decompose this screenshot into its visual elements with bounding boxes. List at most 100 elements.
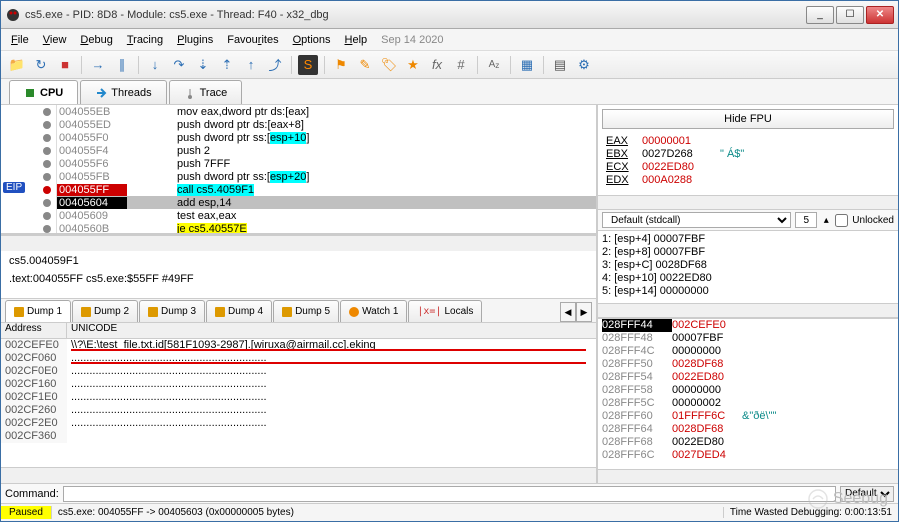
tab-watch1[interactable]: Watch 1 [340, 300, 407, 322]
dump-row[interactable]: 002CF260................................… [1, 404, 596, 417]
menu-view[interactable]: View [43, 34, 67, 46]
stop-icon[interactable]: ■ [55, 55, 75, 75]
dump-row[interactable]: 002CEFE0\\?\E:\test_file.txt.id[581F1093… [1, 339, 596, 352]
command-mode-select[interactable]: Default [840, 486, 894, 502]
settings-icon[interactable]: ⚙ [574, 55, 594, 75]
hash-icon[interactable]: # [451, 55, 471, 75]
tab-scroll-right-icon[interactable]: ▶ [576, 302, 592, 322]
dump-row[interactable]: 002CF060................................… [1, 352, 596, 365]
close-button[interactable]: ✕ [866, 6, 894, 24]
disasm-row[interactable]: 004055FFcall cs5.4059F1 [57, 183, 596, 196]
regs-hscroll[interactable] [598, 195, 898, 209]
restart-icon[interactable]: ↻ [31, 55, 51, 75]
tab-dump1[interactable]: Dump 1 [5, 300, 71, 322]
minimize-button[interactable]: _ [806, 6, 834, 24]
dump-row[interactable]: 002CF1E0................................… [1, 391, 596, 404]
strings-icon[interactable]: Az [484, 55, 504, 75]
stack-row[interactable]: 028FFF6C0027DED4 [602, 449, 898, 462]
breakpoint-icon[interactable] [43, 186, 51, 194]
stack-hscroll[interactable] [598, 469, 898, 483]
stack-row[interactable]: 028FFF6001FFFF6C&"ðë\"" [602, 410, 898, 423]
menu-debug[interactable]: Debug [80, 34, 112, 46]
disasm-row[interactable]: 004055EBmov eax,dword ptr ds:[eax] [57, 105, 596, 118]
traceinto-icon[interactable]: ⇣ [193, 55, 213, 75]
tab-cpu[interactable]: CPU [9, 80, 78, 104]
disasm-row[interactable]: 00405609test eax,eax [57, 209, 596, 222]
tab-dump2[interactable]: Dump 2 [72, 300, 138, 322]
register-row[interactable]: EAX00000001 [606, 135, 890, 148]
run-icon[interactable]: → [88, 55, 108, 75]
menu-date: Sep 14 2020 [381, 34, 443, 46]
traceover-icon[interactable]: ⇡ [217, 55, 237, 75]
dump-row[interactable]: 002CF2E0................................… [1, 417, 596, 430]
args-panel[interactable]: 1: [esp+4] 00007FBF2: [esp+8] 00007FBF3:… [598, 231, 898, 303]
disasm-row[interactable]: 0040560Bje cs5.40557E [57, 222, 596, 233]
menu-options[interactable]: Options [293, 34, 331, 46]
dump-row[interactable]: 002CF0E0................................… [1, 365, 596, 378]
stack-row[interactable]: 028FFF44002CEFE0 [602, 319, 898, 332]
runtoret-icon[interactable]: ↑ [241, 55, 261, 75]
labels-icon[interactable]: 🏷 [379, 55, 399, 75]
tab-trace[interactable]: Trace [169, 80, 243, 104]
tab-dump5[interactable]: Dump 5 [273, 300, 339, 322]
stack-row[interactable]: 028FFF680022ED80 [602, 436, 898, 449]
menu-favourites[interactable]: Favourites [227, 34, 278, 46]
disasm-row[interactable]: 00405604add esp,14 [57, 196, 596, 209]
args-hscroll[interactable] [598, 303, 898, 317]
hide-fpu-button[interactable]: Hide FPU [602, 109, 894, 129]
tab-scroll-left-icon[interactable]: ◀ [560, 302, 576, 322]
calc-icon[interactable]: ▤ [550, 55, 570, 75]
disasm-hscroll[interactable] [1, 235, 596, 251]
register-row[interactable]: EDX000A0288 [606, 174, 890, 187]
register-row[interactable]: EBX0027D268" Á$" [606, 148, 890, 161]
open-icon[interactable]: 📁 [7, 55, 27, 75]
stack-row[interactable]: 028FFF4C00000000 [602, 345, 898, 358]
register-row[interactable]: ECX0022ED80 [606, 161, 890, 174]
menu-plugins[interactable]: Plugins [177, 34, 213, 46]
arg-row: 4: [esp+10] 0022ED80 [602, 272, 894, 285]
bookmarks-icon[interactable]: ★ [403, 55, 423, 75]
fx-icon[interactable]: fx [427, 55, 447, 75]
command-input[interactable] [63, 486, 836, 502]
calling-convention-row: Default (stdcall) ▴ Unlocked [598, 209, 898, 231]
calling-convention-select[interactable]: Default (stdcall) [602, 212, 791, 228]
disassembly-panel[interactable]: EIP 004055EBmov eax,dword ptr ds:[eax]00… [1, 105, 596, 235]
disasm-row[interactable]: 004055EDpush dword ptr ds:[eax+8] [57, 118, 596, 131]
menu-tracing[interactable]: Tracing [127, 34, 163, 46]
stack-panel[interactable]: 028FFF44002CEFE0028FFF4800007FBF028FFF4C… [598, 317, 898, 469]
tab-locals[interactable]: |x=|Locals [408, 300, 482, 322]
registers-panel[interactable]: EAX00000001EBX0027D268" Á$"ECX0022ED80ED… [598, 133, 898, 195]
disasm-row[interactable]: 004055F6push 7FFF [57, 157, 596, 170]
patches-icon[interactable]: ⚑ [331, 55, 351, 75]
menu-file[interactable]: File [11, 34, 29, 46]
arg-row: 3: [esp+C] 0028DF68 [602, 259, 894, 272]
menu-help[interactable]: Help [345, 34, 368, 46]
stepinto-icon[interactable]: ↓ [145, 55, 165, 75]
tab-dump3[interactable]: Dump 3 [139, 300, 205, 322]
stack-row[interactable]: 028FFF5C00000002 [602, 397, 898, 410]
stack-row[interactable]: 028FFF5800000000 [602, 384, 898, 397]
dump-row[interactable]: 002CF360 [1, 430, 596, 443]
unlocked-checkbox[interactable] [835, 214, 848, 227]
tab-threads[interactable]: Threads [80, 80, 166, 104]
dump-hscroll[interactable] [1, 467, 596, 483]
arg-count-input[interactable] [795, 212, 817, 228]
pause-icon[interactable]: ∥ [112, 55, 132, 75]
disasm-row[interactable]: 004055F0push dword ptr ss:[esp+10] [57, 131, 596, 144]
disasm-row[interactable]: 004055F4push 2 [57, 144, 596, 157]
stack-row[interactable]: 028FFF640028DF68 [602, 423, 898, 436]
stack-row[interactable]: 028FFF4800007FBF [602, 332, 898, 345]
dump-panel[interactable]: Address UNICODE 002CEFE0\\?\E:\test_file… [1, 323, 596, 483]
modules-icon[interactable]: ▦ [517, 55, 537, 75]
scylla-icon[interactable]: S [298, 55, 318, 75]
comments-icon[interactable]: ✎ [355, 55, 375, 75]
maximize-button[interactable]: ☐ [836, 6, 864, 24]
stepover-icon[interactable]: ↷ [169, 55, 189, 75]
runtouser-icon[interactable]: ⤴ [265, 55, 285, 75]
stack-row[interactable]: 028FFF540022ED80 [602, 371, 898, 384]
disasm-row[interactable]: 004055FBpush dword ptr ss:[esp+20] [57, 170, 596, 183]
dump-row[interactable]: 002CF160................................… [1, 378, 596, 391]
stack-row[interactable]: 028FFF500028DF68 [602, 358, 898, 371]
tab-dump4[interactable]: Dump 4 [206, 300, 272, 322]
eip-marker: EIP [3, 182, 25, 193]
